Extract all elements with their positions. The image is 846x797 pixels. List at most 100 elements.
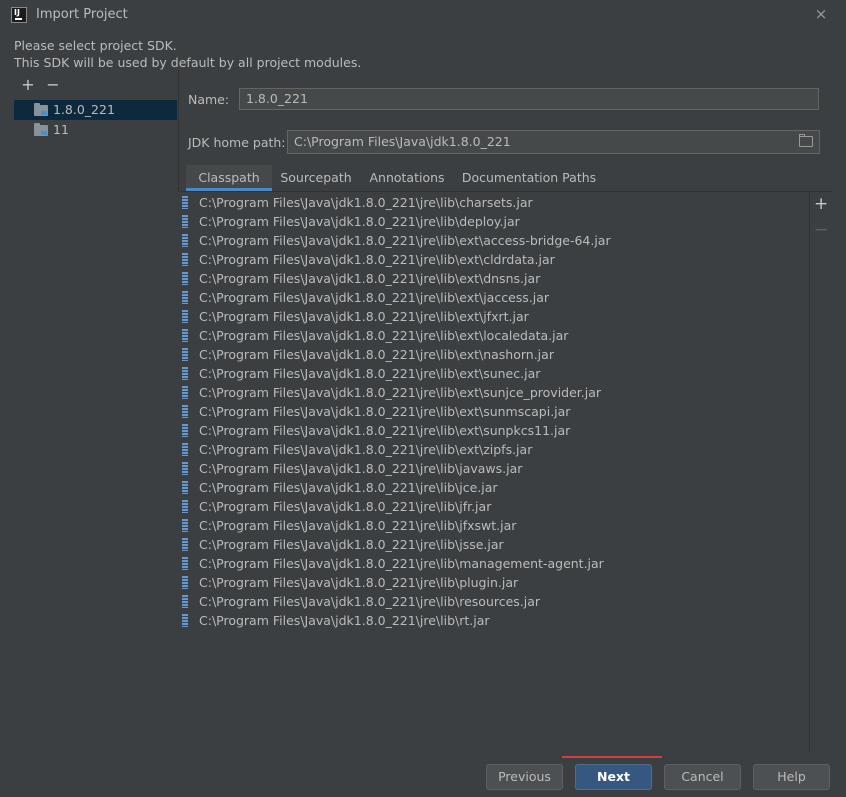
list-item[interactable]: C:\Program Files\Java\jdk1.8.0_221\jre\l… [178,345,809,364]
tab-annotations[interactable]: Annotations [360,165,454,191]
classpath-entry: C:\Program Files\Java\jdk1.8.0_221\jre\l… [199,480,498,495]
jar-icon [182,348,188,361]
jar-icon [182,405,188,418]
name-input[interactable]: 1.8.0_221 [239,88,819,110]
close-icon[interactable]: × [814,6,828,22]
classpath-entry: C:\Program Files\Java\jdk1.8.0_221\jre\l… [199,347,554,362]
name-label: Name: [188,92,230,107]
list-item[interactable]: C:\Program Files\Java\jdk1.8.0_221\jre\l… [178,364,809,383]
classpath-entry: C:\Program Files\Java\jdk1.8.0_221\jre\l… [199,518,517,533]
jar-icon [182,424,188,437]
classpath-entry: C:\Program Files\Java\jdk1.8.0_221\jre\l… [199,290,550,305]
list-item[interactable]: C:\Program Files\Java\jdk1.8.0_221\jre\l… [178,307,809,326]
list-item[interactable]: C:\Program Files\Java\jdk1.8.0_221\jre\l… [178,269,809,288]
list-item[interactable]: C:\Program Files\Java\jdk1.8.0_221\jre\l… [178,231,809,250]
previous-button[interactable]: Previous [486,764,563,790]
list-item[interactable]: C:\Program Files\Java\jdk1.8.0_221\jre\l… [178,326,809,345]
list-item[interactable]: C:\Program Files\Java\jdk1.8.0_221\jre\l… [178,573,809,592]
classpath-entry: C:\Program Files\Java\jdk1.8.0_221\jre\l… [199,328,569,343]
classpath-entry: C:\Program Files\Java\jdk1.8.0_221\jre\l… [199,556,604,571]
classpath-entry: C:\Program Files\Java\jdk1.8.0_221\jre\l… [199,461,523,476]
list-item[interactable]: C:\Program Files\Java\jdk1.8.0_221\jre\l… [178,611,809,630]
classpath-entry: C:\Program Files\Java\jdk1.8.0_221\jre\l… [199,214,520,229]
jar-icon [182,196,188,209]
jar-icon [182,462,188,475]
tab-classpath[interactable]: Classpath [186,165,272,191]
tab-sourcepath[interactable]: Sourcepath [272,165,360,191]
window-title: Import Project [36,7,128,22]
title-bar: IJ Import Project × [0,0,846,30]
classpath-entry: C:\Program Files\Java\jdk1.8.0_221\jre\l… [199,233,611,248]
list-item[interactable]: C:\Program Files\Java\jdk1.8.0_221\jre\l… [178,288,809,307]
dialog-footer: Previous Next Cancel Help [0,752,846,797]
classpath-entry: C:\Program Files\Java\jdk1.8.0_221\jre\l… [199,366,541,381]
next-button[interactable]: Next [575,764,652,790]
remove-path-icon: − [814,220,829,240]
list-item[interactable]: C:\Program Files\Java\jdk1.8.0_221\jre\l… [178,478,809,497]
classpath-entry: C:\Program Files\Java\jdk1.8.0_221\jre\l… [199,613,490,628]
jar-icon [182,519,188,532]
list-item[interactable]: C:\Program Files\Java\jdk1.8.0_221\jre\l… [178,383,809,402]
classpath-entry: C:\Program Files\Java\jdk1.8.0_221\jre\l… [199,499,492,514]
sdk-sidebar: + − 1.8.0_221 11 [0,70,179,752]
list-item[interactable]: C:\Program Files\Java\jdk1.8.0_221\jre\l… [178,459,809,478]
remove-sdk-icon[interactable]: − [46,77,60,93]
sdk-item-1-8-0-221[interactable]: 1.8.0_221 [14,100,177,120]
jar-icon [182,481,188,494]
classpath-entry: C:\Program Files\Java\jdk1.8.0_221\jre\l… [199,442,533,457]
classpath-entry: C:\Program Files\Java\jdk1.8.0_221\jre\l… [199,404,571,419]
browse-folder-icon[interactable] [799,134,813,147]
classpath-list[interactable]: C:\Program Files\Java\jdk1.8.0_221\jre\l… [178,192,810,752]
classpath-entry: C:\Program Files\Java\jdk1.8.0_221\jre\l… [199,309,529,324]
jar-icon [182,253,188,266]
jar-icon [182,576,188,589]
focus-indicator [562,756,662,758]
list-item[interactable]: C:\Program Files\Java\jdk1.8.0_221\jre\l… [178,497,809,516]
sdk-item-label: 11 [53,122,69,137]
help-button[interactable]: Help [753,764,830,790]
jar-icon [182,367,188,380]
list-item[interactable]: C:\Program Files\Java\jdk1.8.0_221\jre\l… [178,212,809,231]
cancel-button[interactable]: Cancel [664,764,741,790]
jdk-home-path-label: JDK home path: [188,135,286,150]
list-item[interactable]: C:\Program Files\Java\jdk1.8.0_221\jre\l… [178,554,809,573]
list-item[interactable]: C:\Program Files\Java\jdk1.8.0_221\jre\l… [178,402,809,421]
classpath-entry: C:\Program Files\Java\jdk1.8.0_221\jre\l… [199,537,504,552]
jdk-home-path-value: C:\Program Files\Java\jdk1.8.0_221 [294,134,511,149]
jdk-home-path-input[interactable]: C:\Program Files\Java\jdk1.8.0_221 [287,130,820,154]
intro-line-2: This SDK will be used by default by all … [14,55,362,70]
jar-icon [182,500,188,513]
jar-icon [182,538,188,551]
classpath-entry: C:\Program Files\Java\jdk1.8.0_221\jre\l… [199,385,602,400]
add-path-icon[interactable]: + [814,196,828,213]
list-item[interactable]: C:\Program Files\Java\jdk1.8.0_221\jre\l… [178,250,809,269]
list-item[interactable]: C:\Program Files\Java\jdk1.8.0_221\jre\l… [178,193,809,212]
jar-icon [182,557,188,570]
list-item[interactable]: C:\Program Files\Java\jdk1.8.0_221\jre\l… [178,421,809,440]
jar-icon [182,310,188,323]
jar-icon [182,595,188,608]
jar-icon [182,443,188,456]
jar-icon [182,386,188,399]
classpath-entry: C:\Program Files\Java\jdk1.8.0_221\jre\l… [199,195,533,210]
sdk-item-label: 1.8.0_221 [53,102,115,117]
tab-documentation-paths[interactable]: Documentation Paths [454,165,604,191]
add-sdk-icon[interactable]: + [21,77,35,93]
intellij-logo-icon: IJ [11,7,27,23]
sdk-item-11[interactable]: 11 [14,120,177,140]
classpath-entry: C:\Program Files\Java\jdk1.8.0_221\jre\l… [199,575,519,590]
jar-icon [182,215,188,228]
list-item[interactable]: C:\Program Files\Java\jdk1.8.0_221\jre\l… [178,440,809,459]
jar-icon [182,614,188,627]
jar-icon [182,329,188,342]
jdk-folder-icon [34,123,48,136]
jar-icon [182,291,188,304]
jar-icon [182,234,188,247]
classpath-entry: C:\Program Files\Java\jdk1.8.0_221\jre\l… [199,252,555,267]
list-item[interactable]: C:\Program Files\Java\jdk1.8.0_221\jre\l… [178,592,809,611]
jdk-folder-icon [34,103,48,116]
list-item[interactable]: C:\Program Files\Java\jdk1.8.0_221\jre\l… [178,535,809,554]
list-item[interactable]: C:\Program Files\Java\jdk1.8.0_221\jre\l… [178,516,809,535]
classpath-entry: C:\Program Files\Java\jdk1.8.0_221\jre\l… [199,271,541,286]
classpath-entry: C:\Program Files\Java\jdk1.8.0_221\jre\l… [199,594,541,609]
